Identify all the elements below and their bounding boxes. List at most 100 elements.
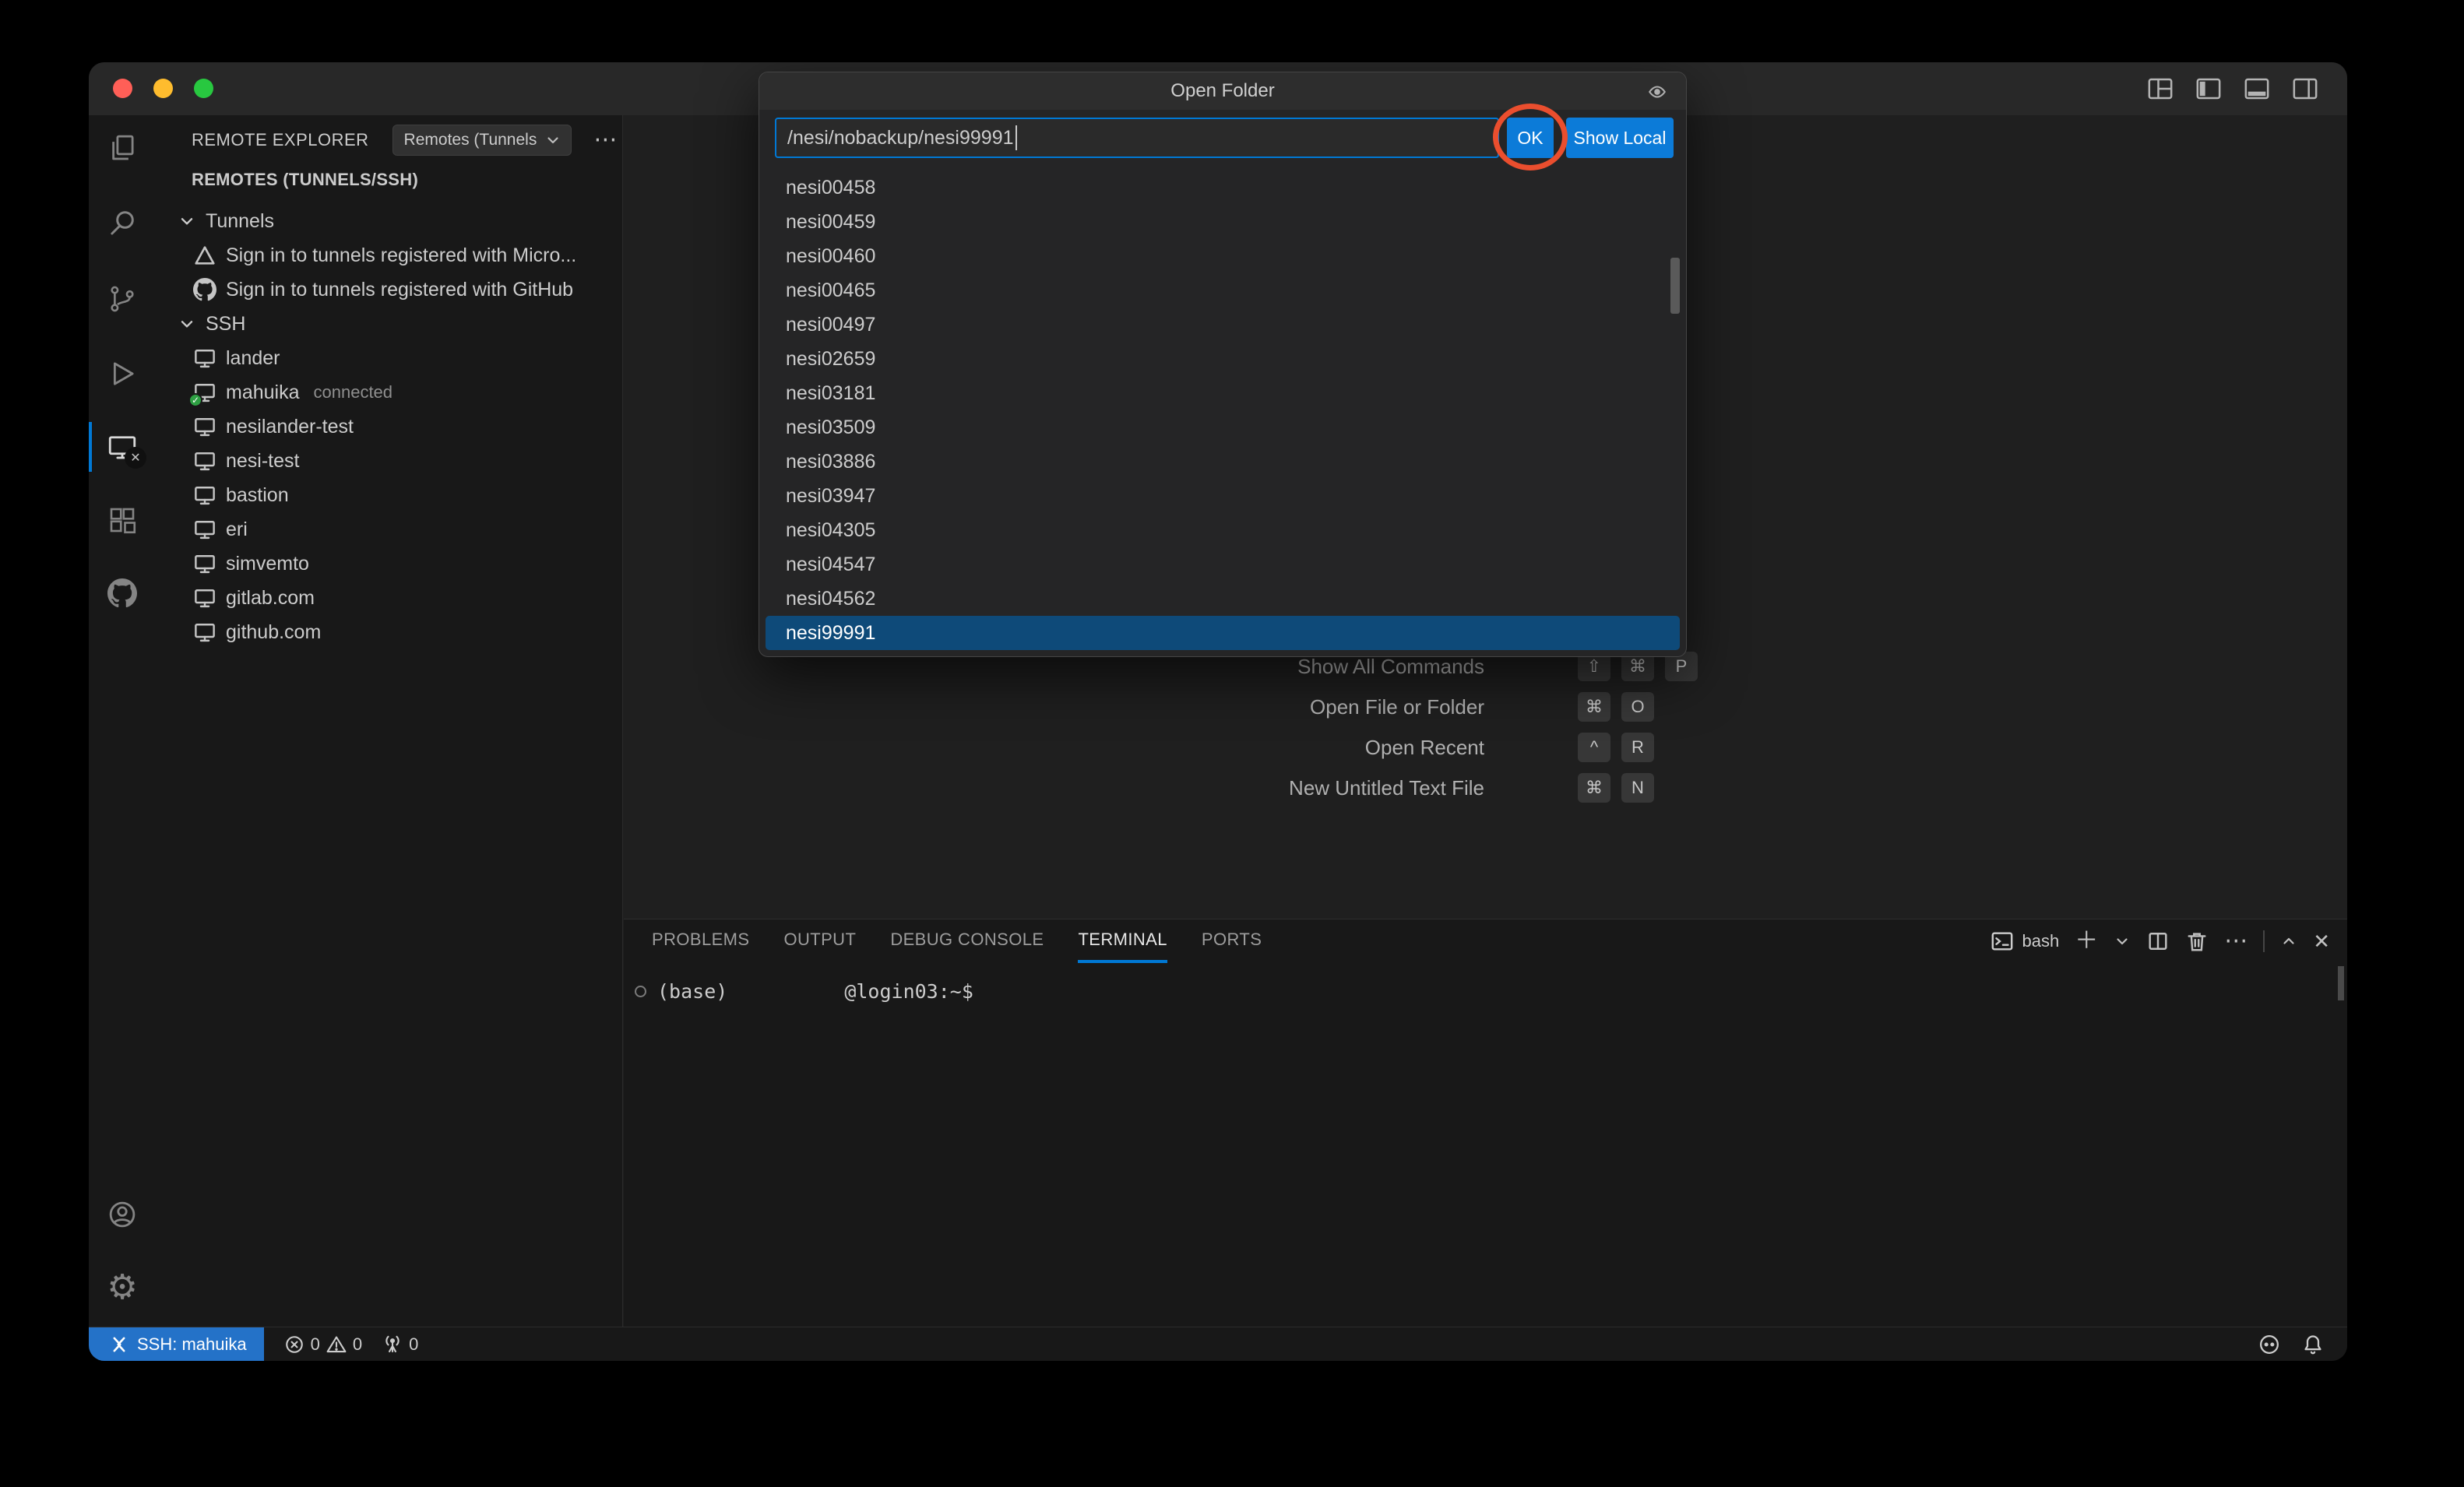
tree-item-host[interactable]: gitlab.com bbox=[156, 581, 622, 615]
tab-ports[interactable]: PORTS bbox=[1202, 919, 1262, 963]
shortcut-label: Open File or Folder bbox=[947, 695, 1484, 719]
connected-check-icon: ✓ bbox=[188, 393, 202, 407]
bell-icon[interactable] bbox=[2302, 1334, 2324, 1355]
folder-option[interactable]: nesi00460 bbox=[759, 239, 1686, 273]
maximize-panel-icon[interactable] bbox=[2280, 933, 2297, 950]
connection-status: connected bbox=[314, 382, 393, 403]
terminal-icon bbox=[1991, 930, 2014, 953]
folder-option[interactable]: nesi00465 bbox=[759, 273, 1686, 308]
tree-item-tunnels[interactable]: Tunnels bbox=[156, 204, 622, 238]
tree-item-host[interactable]: bastion bbox=[156, 478, 622, 512]
close-window-button[interactable] bbox=[113, 79, 132, 98]
chevron-down-icon bbox=[178, 315, 196, 333]
folder-option[interactable]: nesi00497 bbox=[759, 308, 1686, 342]
github-icon bbox=[193, 278, 216, 301]
shell-selector[interactable]: bash bbox=[1991, 930, 2059, 953]
ok-button[interactable]: OK bbox=[1507, 118, 1554, 158]
remote-explorer-icon[interactable]: ✕ bbox=[89, 422, 156, 472]
tab-debug-console[interactable]: DEBUG CONSOLE bbox=[890, 919, 1044, 963]
settings-gear-icon[interactable]: ⚙ bbox=[89, 1263, 156, 1313]
vm-icon bbox=[193, 483, 216, 507]
more-actions-icon[interactable]: ⋯ bbox=[2224, 935, 2248, 947]
account-icon[interactable] bbox=[89, 1190, 156, 1239]
vm-icon bbox=[193, 586, 216, 610]
more-actions-button[interactable]: ⋯ bbox=[593, 132, 617, 148]
launch-profile-chevron-icon[interactable] bbox=[2114, 933, 2131, 950]
folder-option[interactable]: nesi03181 bbox=[759, 376, 1686, 410]
vm-icon bbox=[193, 449, 216, 473]
folder-option[interactable]: nesi00458 bbox=[759, 170, 1686, 205]
tree-item-host[interactable]: simvemto bbox=[156, 547, 622, 581]
open-folder-dialog: Open Folder /nesi/nobackup/nesi99991 OK … bbox=[759, 72, 1687, 657]
copilot-icon[interactable] bbox=[2258, 1334, 2280, 1355]
tree-item-host[interactable]: nesilander-test bbox=[156, 410, 622, 444]
tab-problems[interactable]: PROBLEMS bbox=[652, 919, 749, 963]
close-panel-icon[interactable]: ✕ bbox=[2313, 935, 2330, 947]
terminal-content[interactable]: (base) @login03:~$ bbox=[635, 980, 973, 1003]
tree-item-host-connected[interactable]: ✓ mahuika connected bbox=[156, 375, 622, 410]
github-icon[interactable] bbox=[89, 568, 156, 618]
tab-output[interactable]: OUTPUT bbox=[783, 919, 856, 963]
tree-item-host[interactable]: github.com bbox=[156, 615, 622, 649]
folder-option[interactable]: nesi03886 bbox=[759, 445, 1686, 479]
ports-status[interactable]: 0 bbox=[382, 1334, 418, 1355]
tree-item-host[interactable]: eri bbox=[156, 512, 622, 547]
tree-item-host[interactable]: nesi-test bbox=[156, 444, 622, 478]
tree-item-signin-github[interactable]: Sign in to tunnels registered with GitHu… bbox=[156, 272, 622, 307]
shortcut-label: Open Recent bbox=[947, 736, 1484, 760]
shortcut-label: New Untitled Text File bbox=[947, 776, 1484, 800]
minimize-window-button[interactable] bbox=[153, 79, 173, 98]
folder-path-input[interactable]: /nesi/nobackup/nesi99991 bbox=[775, 118, 1499, 158]
dialog-title: Open Folder bbox=[759, 72, 1686, 110]
folder-option[interactable]: nesi04547 bbox=[759, 547, 1686, 582]
extensions-icon[interactable] bbox=[89, 495, 156, 545]
search-icon[interactable] bbox=[89, 198, 156, 248]
kill-terminal-icon[interactable] bbox=[2185, 930, 2209, 953]
remote-icon bbox=[109, 1334, 129, 1355]
keycap-ctrl: ^ bbox=[1578, 733, 1610, 762]
explorer-icon[interactable] bbox=[89, 123, 156, 173]
remote-type-dropdown[interactable]: Remotes (Tunnels bbox=[392, 125, 572, 156]
tab-terminal[interactable]: TERMINAL bbox=[1078, 919, 1167, 963]
toggle-panel-icon[interactable] bbox=[2241, 73, 2272, 104]
folder-options-list: nesi00458 nesi00459 nesi00460 nesi00465 … bbox=[759, 170, 1686, 650]
folder-option[interactable]: nesi03947 bbox=[759, 479, 1686, 513]
keycap-cmd: ⌘ bbox=[1578, 773, 1610, 803]
show-local-button[interactable]: Show Local bbox=[1566, 118, 1674, 158]
dialog-scrollbar[interactable] bbox=[1670, 258, 1680, 314]
toggle-secondary-sidebar-icon[interactable] bbox=[2290, 73, 2321, 104]
tree-item-host[interactable]: lander bbox=[156, 341, 622, 375]
shell-prompt: @login03:~$ bbox=[844, 980, 973, 1003]
sidebar-title: REMOTE EXPLORER bbox=[192, 130, 369, 150]
customize-layout-icon[interactable] bbox=[2145, 73, 2176, 104]
toggle-primary-sidebar-icon[interactable] bbox=[2193, 73, 2224, 104]
folder-option-selected[interactable]: nesi99991 bbox=[766, 616, 1680, 650]
window-controls bbox=[113, 79, 213, 98]
new-terminal-button[interactable]: ＋ bbox=[2075, 935, 2098, 947]
folder-option[interactable]: nesi04562 bbox=[759, 582, 1686, 616]
tree-item-ssh[interactable]: SSH bbox=[156, 307, 622, 341]
chevron-down-icon bbox=[544, 132, 561, 149]
eye-icon[interactable] bbox=[1647, 82, 1667, 102]
error-icon bbox=[284, 1334, 304, 1355]
split-terminal-icon[interactable] bbox=[2146, 930, 2170, 953]
folder-option[interactable]: nesi04305 bbox=[759, 513, 1686, 547]
problems-status[interactable]: 0 0 bbox=[284, 1334, 363, 1355]
folder-option[interactable]: nesi03509 bbox=[759, 410, 1686, 445]
warning-icon bbox=[326, 1334, 347, 1355]
zoom-window-button[interactable] bbox=[194, 79, 213, 98]
activity-bar: ✕ ⚙ bbox=[89, 115, 156, 1327]
run-debug-icon[interactable] bbox=[89, 349, 156, 399]
keybinding-hints: Show All Commands ⇧ ⌘ P Open File or Fol… bbox=[947, 649, 1698, 811]
folder-option[interactable]: nesi02659 bbox=[759, 342, 1686, 376]
tree-item-signin-microsoft[interactable]: Sign in to tunnels registered with Micro… bbox=[156, 238, 622, 272]
sidebar-section-title: REMOTES (TUNNELS/SSH) bbox=[192, 170, 418, 190]
remote-indicator[interactable]: SSH: mahuika bbox=[89, 1327, 264, 1361]
terminal-scrollbar[interactable] bbox=[2338, 966, 2344, 1000]
source-control-icon[interactable] bbox=[89, 274, 156, 324]
vm-icon bbox=[193, 552, 216, 575]
keycap-letter: O bbox=[1621, 692, 1654, 722]
keycap-cmd: ⌘ bbox=[1578, 692, 1610, 722]
folder-option[interactable]: nesi00459 bbox=[759, 205, 1686, 239]
conda-env: (base) bbox=[657, 980, 727, 1003]
